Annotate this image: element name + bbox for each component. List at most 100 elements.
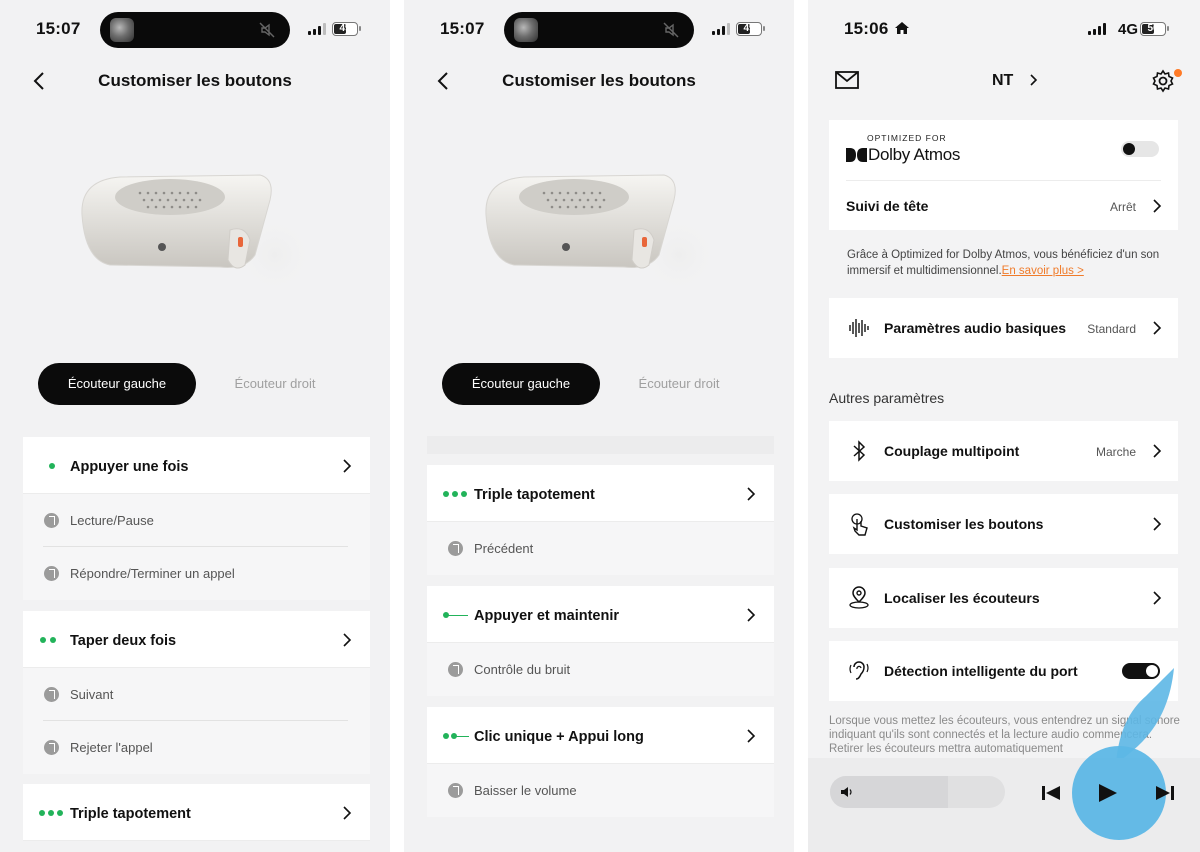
action-label: Précédent bbox=[474, 541, 534, 556]
chevron-right-icon bbox=[747, 487, 756, 501]
dolby-tagline: OPTIMIZED FOR bbox=[867, 133, 947, 143]
dolby-mark-icon bbox=[846, 148, 867, 162]
row-label: Détection intelligente du port bbox=[884, 663, 1078, 679]
action-item: Répondre/Terminer un appel bbox=[23, 547, 370, 600]
chevron-right-icon[interactable] bbox=[1030, 74, 1038, 86]
action-label: Baisser le volume bbox=[474, 783, 577, 798]
chevron-right-icon bbox=[343, 633, 352, 647]
earbud-selector: Écouteur gauche Écouteur droit bbox=[442, 363, 762, 405]
audio-settings-row[interactable]: Paramètres audio basiques Standard bbox=[829, 298, 1178, 358]
find-earbuds-card[interactable]: Localiser les écouteurs bbox=[829, 568, 1178, 628]
action-item: Contrôle du bruit bbox=[427, 643, 774, 696]
play-icon[interactable] bbox=[1097, 783, 1119, 803]
row-label: Suivi de tête bbox=[846, 198, 929, 214]
nav-bar: Customiser les boutons bbox=[404, 60, 794, 102]
play-button-highlight bbox=[1072, 746, 1166, 840]
find-earbuds-row[interactable]: Localiser les écouteurs bbox=[829, 568, 1178, 628]
volume-slider[interactable] bbox=[830, 776, 1005, 808]
row-label: Couplage multipoint bbox=[884, 443, 1020, 459]
action-label: Lecture/Pause bbox=[70, 513, 154, 528]
gesture-group-double-tap: Taper deux fois Suivant Rejeter l'appel bbox=[23, 611, 370, 774]
music-note-icon bbox=[448, 783, 463, 798]
battery-level: 49 bbox=[339, 23, 351, 34]
screen-left-earbud-buttons: 15:07 49 Customiser les boutons Écouteur… bbox=[0, 0, 390, 852]
gesture-header[interactable]: Triple tapotement bbox=[427, 465, 774, 522]
mute-icon bbox=[259, 22, 275, 38]
tab-left-earbud[interactable]: Écouteur gauche bbox=[442, 363, 600, 405]
bluetooth-icon bbox=[853, 440, 866, 462]
music-note-icon bbox=[44, 513, 59, 528]
gesture-group-triple-tap: Triple tapotement Précédent bbox=[427, 465, 774, 575]
customize-buttons-card[interactable]: Customiser les boutons bbox=[829, 494, 1178, 554]
gesture-label: Clic unique + Appui long bbox=[474, 729, 644, 745]
customize-buttons-row[interactable]: Customiser les boutons bbox=[829, 494, 1178, 554]
status-bar: 15:07 49 bbox=[0, 0, 390, 60]
earbud-selector: Écouteur gauche Écouteur droit bbox=[38, 363, 358, 405]
location-icon bbox=[849, 586, 869, 609]
action-item: Rejeter l'appel bbox=[23, 721, 370, 774]
sound-wave-icon bbox=[849, 319, 869, 337]
gesture-header[interactable]: Taper deux fois bbox=[23, 611, 370, 668]
ear-icon bbox=[849, 661, 869, 680]
page-title: Customiser les boutons bbox=[98, 71, 292, 90]
notification-badge bbox=[1174, 69, 1182, 77]
nav-bar: Customiser les boutons bbox=[0, 60, 390, 102]
gesture-header[interactable]: Clic unique + Appui long bbox=[427, 707, 774, 764]
gesture-header[interactable]: Appuyer une fois bbox=[23, 437, 370, 494]
gesture-header[interactable]: Appuyer et maintenir bbox=[427, 586, 774, 643]
chevron-right-icon bbox=[1153, 321, 1162, 335]
audio-settings-card[interactable]: Paramètres audio basiques Standard bbox=[829, 298, 1178, 358]
dolby-description: Grâce à Optimized for Dolby Atmos, vous … bbox=[847, 247, 1179, 279]
head-tracking-row[interactable]: Suivi de tête Arrêt bbox=[829, 182, 1178, 230]
tab-left-earbud[interactable]: Écouteur gauche bbox=[38, 363, 196, 405]
dynamic-island bbox=[100, 12, 290, 48]
phone-icon bbox=[44, 566, 59, 581]
status-bar: 15:07 49 bbox=[404, 0, 794, 60]
section-title: Autres paramètres bbox=[829, 390, 945, 406]
status-time: 15:07 bbox=[36, 19, 81, 38]
status-time: 15:07 bbox=[440, 19, 485, 38]
dynamic-island bbox=[504, 12, 694, 48]
mail-icon[interactable] bbox=[835, 71, 859, 89]
tab-right-earbud[interactable]: Écouteur droit bbox=[600, 363, 758, 405]
music-note-icon bbox=[44, 687, 59, 702]
dolby-toggle[interactable] bbox=[1121, 141, 1159, 157]
learn-more-link[interactable]: En savoir plus > bbox=[1002, 265, 1084, 277]
row-value: Standard bbox=[1087, 322, 1136, 336]
chevron-right-icon bbox=[343, 459, 352, 473]
battery-indicator: 49 bbox=[332, 22, 361, 36]
gesture-label: Taper deux fois bbox=[70, 633, 177, 649]
scroll-fade bbox=[427, 436, 774, 454]
mini-player bbox=[808, 746, 1200, 852]
status-bar: 15:06 4G 50 bbox=[808, 0, 1200, 60]
next-track-icon[interactable] bbox=[1155, 785, 1175, 801]
multipoint-card[interactable]: Couplage multipoint Marche bbox=[829, 421, 1178, 481]
music-note-icon bbox=[448, 662, 463, 677]
home-icon bbox=[895, 22, 909, 34]
previous-track-icon[interactable] bbox=[1041, 785, 1061, 801]
multipoint-row[interactable]: Couplage multipoint Marche bbox=[829, 421, 1178, 481]
album-art-thumbnail bbox=[110, 18, 134, 42]
chevron-right-icon bbox=[1153, 517, 1162, 531]
row-value: Marche bbox=[1095, 445, 1136, 459]
gear-icon[interactable] bbox=[1151, 69, 1175, 93]
gesture-label: Appuyer et maintenir bbox=[474, 608, 620, 624]
dolby-card: OPTIMIZED FOR Dolby Atmos Suivi de tête … bbox=[829, 120, 1178, 230]
action-label: Suivant bbox=[70, 687, 114, 702]
gesture-header[interactable]: Triple tapotement bbox=[23, 784, 370, 841]
action-label: Répondre/Terminer un appel bbox=[70, 566, 235, 581]
chevron-right-icon bbox=[1153, 199, 1162, 213]
device-name[interactable]: NT bbox=[992, 72, 1013, 90]
dolby-brand: Dolby Atmos bbox=[868, 145, 961, 164]
chevron-right-icon bbox=[1153, 444, 1162, 458]
album-art-thumbnail bbox=[514, 18, 538, 42]
phone-icon bbox=[44, 740, 59, 755]
screen-left-earbud-buttons-scrolled: 15:07 49 Customiser les boutons Écouteur… bbox=[404, 0, 794, 852]
touch-icon bbox=[851, 513, 868, 536]
tab-right-earbud[interactable]: Écouteur droit bbox=[196, 363, 354, 405]
action-item: Précédent bbox=[427, 522, 774, 575]
battery-indicator: 49 bbox=[736, 22, 765, 36]
action-item: Lecture/Pause bbox=[23, 494, 370, 547]
screen-device-settings: 15:06 4G 50 NT OPTIMIZED FOR Dolby Atmos… bbox=[808, 0, 1200, 852]
battery-indicator: 50 bbox=[1140, 22, 1169, 36]
